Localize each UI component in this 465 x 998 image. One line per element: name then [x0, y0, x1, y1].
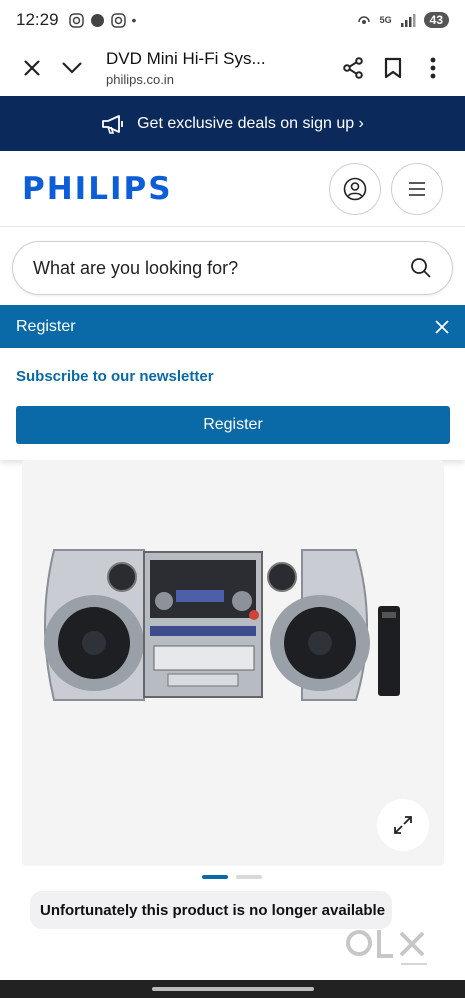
more-vert-icon — [430, 57, 436, 79]
carousel-dot[interactable] — [236, 875, 262, 879]
product-image-card[interactable] — [22, 460, 444, 866]
availability-notice-text: Unfortunately this product is no longer … — [40, 901, 386, 919]
philips-logo[interactable]: PHILIPS — [22, 171, 173, 207]
search-placeholder: What are you looking for? — [33, 257, 239, 278]
subscribe-text: Subscribe to our newsletter — [16, 368, 214, 385]
hotspot-icon — [357, 16, 370, 24]
hamburger-icon — [409, 181, 425, 196]
status-time: 12:29 — [16, 10, 59, 29]
register-bar: Register — [0, 305, 465, 348]
expand-image-button[interactable] — [377, 799, 429, 851]
status-bar: 12:29 • 5G 43 — [0, 0, 465, 40]
battery-level: 43 — [423, 12, 449, 28]
search-icon[interactable] — [410, 257, 432, 279]
close-icon[interactable] — [435, 319, 449, 334]
promo-banner[interactable]: Get exclusive deals on sign up › — [0, 96, 465, 151]
user-icon — [343, 177, 367, 200]
product-image — [44, 549, 400, 701]
instagram-icon-2 — [110, 12, 126, 28]
carousel-indicators — [202, 875, 262, 879]
expand-icon — [394, 816, 412, 834]
availability-notice: Unfortunately this product is no longer … — [30, 891, 392, 929]
close-icon — [24, 60, 40, 76]
gesture-handle[interactable] — [152, 987, 314, 991]
megaphone-icon — [102, 114, 123, 134]
register-button[interactable]: Register — [16, 406, 450, 444]
site-header: PHILIPS — [0, 151, 465, 227]
collapse-button[interactable] — [52, 48, 92, 88]
bookmark-icon — [384, 57, 402, 79]
register-bar-title: Register — [16, 317, 76, 335]
instagram-icon — [68, 12, 84, 28]
network-type-label: 5G — [379, 15, 392, 25]
more-notifications-dot: • — [131, 12, 137, 28]
chevron-down-icon — [62, 62, 82, 74]
search-input[interactable]: What are you looking for? — [12, 241, 453, 295]
menu-button[interactable] — [391, 162, 443, 215]
notification-icons: • — [68, 12, 137, 28]
page-info[interactable]: DVD Mini Hi-Fi Sys... philips.co.in — [106, 49, 333, 87]
app-notification-icon — [90, 13, 104, 27]
close-tab-button[interactable] — [12, 48, 52, 88]
register-panel: Subscribe to our newsletter Register — [0, 348, 465, 460]
bookmark-button[interactable] — [373, 48, 413, 88]
browser-toolbar: DVD Mini Hi-Fi Sys... philips.co.in — [0, 40, 465, 96]
carousel-dot-active[interactable] — [202, 875, 228, 879]
more-options-button[interactable] — [413, 48, 453, 88]
page-url: philips.co.in — [106, 72, 174, 87]
account-button[interactable] — [329, 162, 381, 215]
share-icon — [343, 57, 363, 79]
share-button[interactable] — [333, 48, 373, 88]
promo-text: Get exclusive deals on sign up › — [137, 114, 364, 132]
olx-watermark-logo — [346, 930, 427, 965]
system-navigation-bar — [0, 980, 465, 998]
signal-icon — [400, 14, 416, 27]
page-title: DVD Mini Hi-Fi Sys... — [106, 49, 266, 68]
